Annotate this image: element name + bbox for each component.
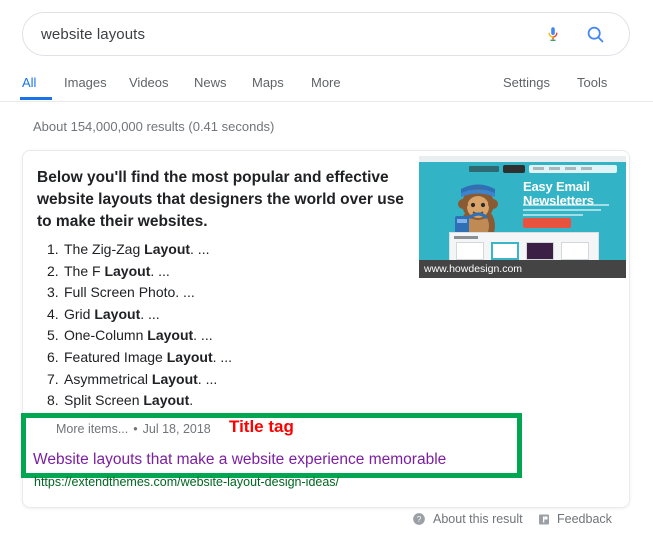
snippet-heading: Below you'll find the most popular and e… (37, 167, 417, 233)
about-this-result-label: About this result (433, 512, 523, 526)
result-thumbnail[interactable]: Easy Email Newsletters (419, 156, 626, 278)
tab-news[interactable]: News (194, 70, 227, 96)
snippet-list: 1.The Zig-Zag Layout. ...2.The F Layout.… (47, 239, 437, 412)
flag-icon (538, 513, 550, 526)
snippet-list-item: 7.Asymmetrical Layout. ... (47, 369, 437, 391)
featured-snippet-card: Below you'll find the most popular and e… (22, 150, 630, 508)
snippet-list-item: 1.The Zig-Zag Layout. ... (47, 239, 437, 261)
active-tab-underline (20, 97, 52, 100)
meta-separator: • (133, 422, 137, 436)
thumbnail-logo (469, 166, 499, 172)
tab-images[interactable]: Images (64, 70, 107, 96)
tab-tools[interactable]: Tools (577, 70, 607, 96)
about-this-result-button[interactable]: ? About this result (412, 512, 523, 526)
thumbnail-nav-pill (503, 165, 525, 173)
thumbnail-tile (456, 242, 484, 260)
thumbnail-panel-title (454, 236, 478, 239)
tab-settings[interactable]: Settings (503, 70, 550, 96)
thumbnail-caption-bar: www.howdesign.com (419, 260, 626, 278)
thumbnail-text-line (523, 214, 583, 216)
snippet-list-item: 5.One-Column Layout. ... (47, 325, 437, 347)
tab-all[interactable]: All (22, 70, 36, 96)
tab-videos[interactable]: Videos (129, 70, 169, 96)
thumbnail-panel (449, 232, 599, 260)
title-tag-annotation: Title tag (229, 417, 294, 437)
snippet-date: Jul 18, 2018 (143, 422, 211, 436)
snippet-list-item: 3.Full Screen Photo. ... (47, 282, 437, 304)
snippet-meta: More items... • Jul 18, 2018 (56, 422, 211, 436)
search-submit-icon[interactable] (575, 12, 615, 56)
result-stats: About 154,000,000 results (0.41 seconds) (33, 119, 274, 134)
tab-maps[interactable]: Maps (252, 70, 284, 96)
snippet-list-item: 2.The F Layout. ... (47, 261, 437, 283)
thumbnail-nav-tick (581, 167, 592, 170)
search-tabs: All Images Videos News Maps More Settings Tools (0, 70, 653, 102)
result-footer: ? About this result Feedback (0, 512, 653, 534)
svg-text:?: ? (417, 515, 422, 524)
snippet-list-item: 4.Grid Layout. ... (47, 304, 437, 326)
result-url: https://extendthemes.com/website-layout-… (34, 475, 339, 489)
thumbnail-caption-text: www.howdesign.com (424, 262, 522, 276)
thumbnail-browser-bar (419, 156, 626, 162)
microphone-icon[interactable] (533, 12, 573, 56)
search-input[interactable] (39, 25, 533, 44)
thumbnail-screenshot: Easy Email Newsletters (419, 156, 626, 260)
tab-more[interactable]: More (311, 70, 341, 96)
thumbnail-text-line (523, 209, 601, 211)
thumbnail-text-line (523, 204, 609, 206)
search-box[interactable] (22, 12, 630, 56)
snippet-list-item: 8.Split Screen Layout. (47, 390, 437, 412)
feedback-label: Feedback (557, 512, 612, 526)
thumbnail-cta-button (523, 218, 571, 228)
snippet-list-item: 6.Featured Image Layout. ... (47, 347, 437, 369)
result-title-link[interactable]: Website layouts that make a website expe… (33, 451, 446, 469)
thumbnail-tile (491, 242, 519, 260)
feedback-button[interactable]: Feedback (538, 512, 612, 526)
thumbnail-tile (561, 242, 589, 260)
thumbnail-nav-tick (533, 167, 544, 170)
more-items-label: More items... (56, 422, 128, 436)
thumbnail-nav-tick (549, 167, 560, 170)
thumbnail-tile (526, 242, 554, 260)
question-circle-icon: ? (412, 512, 426, 526)
tabs-divider (0, 101, 653, 102)
thumbnail-nav-tick (565, 167, 576, 170)
